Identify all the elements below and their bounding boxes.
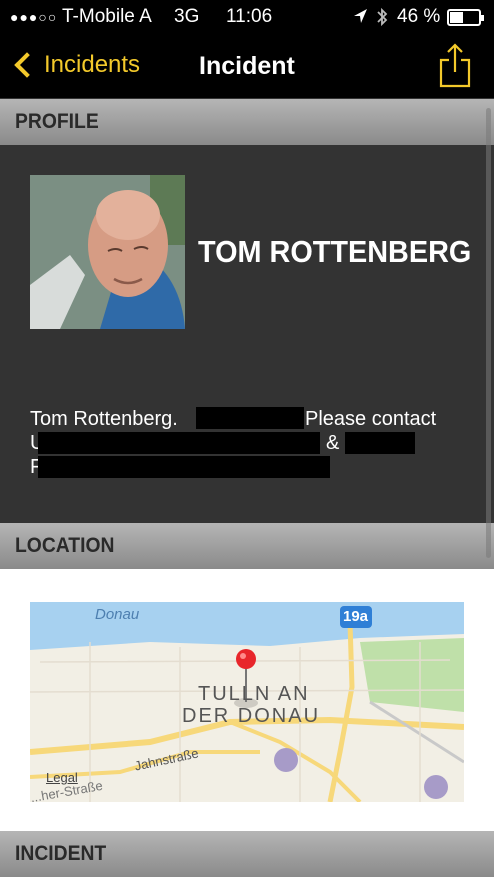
share-icon: [439, 43, 471, 88]
carrier-name: T-Mobile A: [62, 6, 152, 27]
map-route-badge: 19a: [343, 608, 369, 625]
status-bar: ●●●○○ T-Mobile A 3G 11:06 46 %: [0, 0, 494, 34]
network-type: 3G: [174, 6, 200, 27]
scrollbar[interactable]: [486, 108, 491, 558]
redaction-box: [38, 456, 330, 478]
back-button-label: Incidents: [44, 51, 141, 78]
map-town-label-line1: TULLN AN: [198, 683, 310, 705]
battery-icon: [447, 9, 484, 26]
signal-strength-icon: ●●●○○: [10, 9, 58, 25]
map-water-label: Donau: [95, 606, 140, 623]
incident-section-title: INCIDENT: [15, 842, 107, 865]
location-panel: Donau 19a TULLN AN DER DONAU Jahnstraße …: [0, 569, 494, 831]
redaction-box: [196, 407, 304, 429]
redaction-box: [345, 432, 415, 454]
location-arrow-icon: [352, 6, 368, 32]
status-time: 11:06: [226, 6, 273, 27]
redaction-box: [38, 432, 320, 454]
profile-section-header: PROFILE: [0, 99, 494, 145]
map-legal-link[interactable]: Legal: [46, 770, 78, 785]
back-button[interactable]: Incidents: [12, 48, 140, 82]
page-title: Incident: [199, 52, 295, 80]
location-map[interactable]: Donau 19a TULLN AN DER DONAU Jahnstraße …: [30, 602, 464, 802]
share-button[interactable]: [438, 42, 472, 88]
avatar: [30, 175, 185, 329]
profile-section-title: PROFILE: [15, 110, 99, 133]
map-town-label-line2: DER DONAU: [182, 705, 321, 727]
location-section-title: LOCATION: [15, 534, 115, 557]
profile-panel: TOM ROTTENBERG Tom Rottenberg. Please co…: [0, 145, 494, 523]
note-contact: Please contact: [305, 408, 437, 430]
chevron-left-icon: [14, 52, 40, 78]
battery-percent: 46 %: [397, 6, 441, 27]
location-section-header: LOCATION: [0, 523, 494, 569]
bluetooth-icon: [375, 6, 389, 34]
note-ampersand: &: [326, 432, 340, 454]
note-intro: Tom Rottenberg.: [30, 408, 178, 430]
profile-name: TOM ROTTENBERG: [198, 234, 472, 269]
incident-section-header: INCIDENT: [0, 831, 494, 877]
navigation-bar: Incidents Incident: [0, 34, 494, 98]
